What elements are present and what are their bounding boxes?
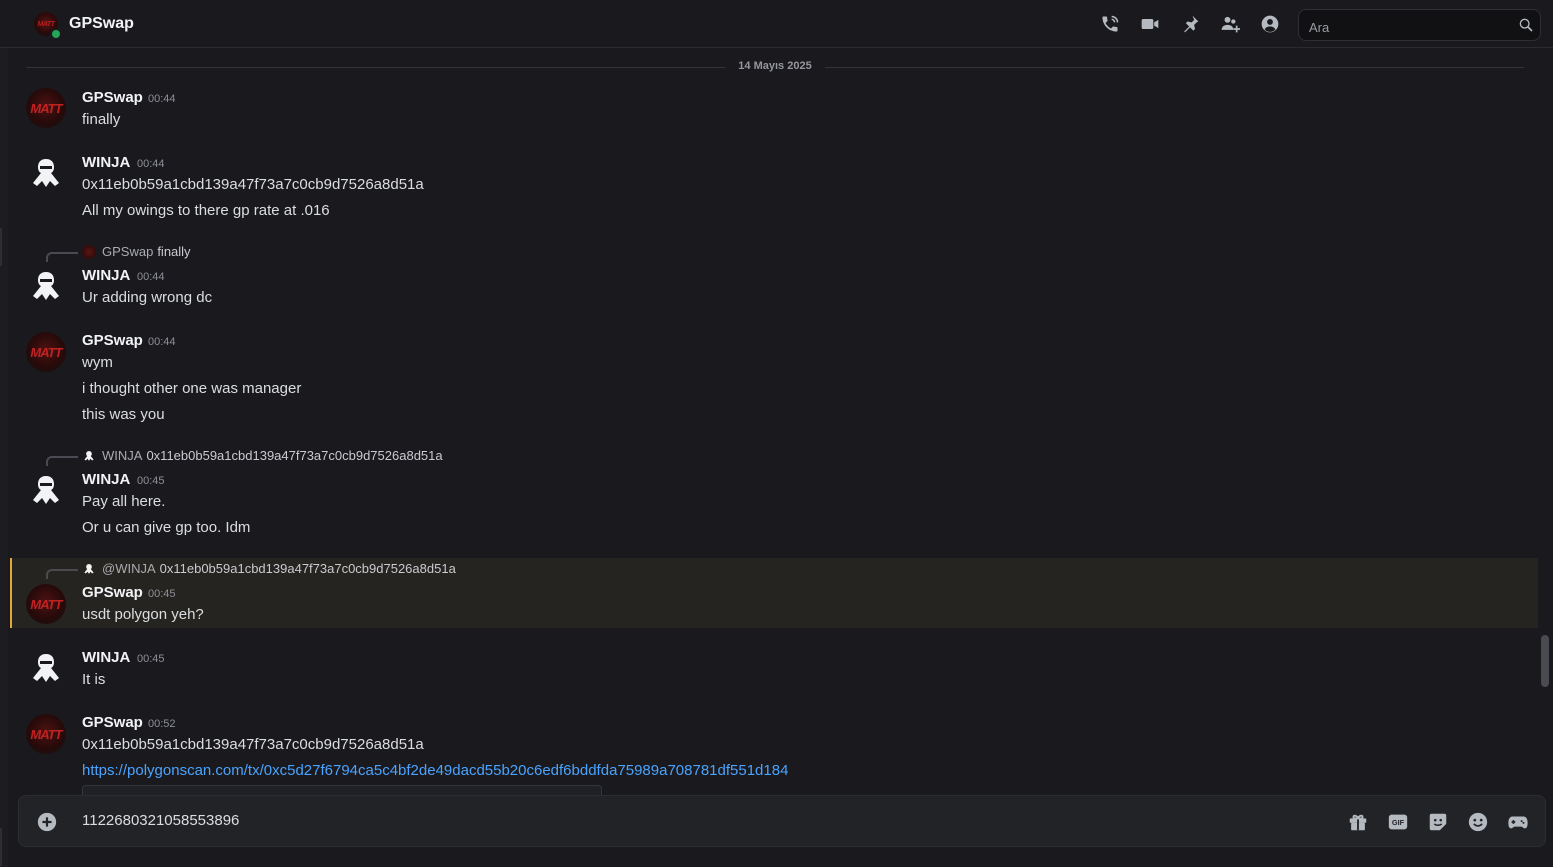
avatar[interactable]: MATT	[26, 714, 66, 754]
message-author[interactable]: GPSwap	[82, 714, 143, 731]
message-timestamp: 00:44	[148, 93, 176, 105]
avatar-text: MATT	[37, 20, 55, 28]
avatar[interactable]	[26, 153, 66, 193]
date-divider-line	[26, 67, 726, 68]
reply-connector	[46, 252, 78, 262]
message-text: wym	[82, 354, 113, 371]
scrollbar[interactable]	[1541, 635, 1549, 687]
message-input[interactable]: 1122680321058553896	[82, 812, 239, 829]
avatar[interactable]: MATT	[26, 584, 66, 624]
message-text: 0x11eb0b59a1cbd139a47f73a7c0cb9d7526a8d5…	[82, 736, 424, 753]
activities-icon[interactable]	[1507, 811, 1529, 833]
avatar-text: MATT	[30, 100, 62, 116]
avatar-text: MATT	[30, 344, 62, 360]
user-profile-icon[interactable]	[1260, 14, 1280, 34]
message-author[interactable]: GPSwap	[82, 584, 143, 601]
sticker-icon[interactable]	[1427, 811, 1449, 833]
avatar-text: MATT	[30, 726, 62, 742]
link-embed[interactable]	[82, 785, 602, 795]
reply-preview[interactable]: WINJA 0x11eb0b59a1cbd139a47f73a7c0cb9d75…	[82, 448, 443, 463]
message-text: All my owings to there gp rate at .016	[82, 202, 330, 219]
online-status-icon	[50, 28, 62, 40]
message-text: Or u can give gp too. Idm	[82, 519, 251, 536]
avatar	[82, 562, 96, 576]
ninja-avatar-icon	[33, 476, 59, 504]
gift-icon[interactable]	[1347, 811, 1369, 833]
message-text: usdt polygon yeh?	[82, 606, 204, 623]
message-author[interactable]: WINJA	[82, 267, 130, 284]
ninja-avatar-icon	[33, 159, 59, 187]
message-link-line: https://polygonscan.com/tx/0xc5d27f6794c…	[82, 762, 788, 779]
svg-text:GIF: GIF	[1392, 818, 1405, 827]
date-divider: 14 Mayıs 2025	[725, 60, 825, 72]
message-author[interactable]: WINJA	[82, 154, 130, 171]
ninja-avatar-icon	[33, 272, 59, 300]
reply-connector	[46, 569, 78, 579]
search-box[interactable]	[1298, 9, 1541, 41]
message-timestamp: 00:44	[148, 336, 176, 348]
message-timestamp: 00:44	[137, 158, 165, 170]
search-input[interactable]	[1307, 16, 1511, 38]
message-timestamp: 00:44	[137, 271, 165, 283]
message-text: i thought other one was manager	[82, 380, 302, 397]
avatar[interactable]: MATT	[26, 88, 66, 128]
avatar	[82, 449, 96, 463]
avatar	[82, 244, 96, 259]
message-timestamp: 00:45	[137, 653, 165, 665]
avatar[interactable]: MATT	[26, 332, 66, 372]
avatar-text: MATT	[30, 596, 62, 612]
message-author[interactable]: GPSwap	[82, 332, 143, 349]
message-text: 0x11eb0b59a1cbd139a47f73a7c0cb9d7526a8d5…	[82, 176, 424, 193]
reply-author: GPSwap	[102, 244, 154, 259]
message-author[interactable]: WINJA	[82, 471, 130, 488]
channel-header: MATT GPSwap	[0, 0, 1553, 48]
gif-icon[interactable]: GIF	[1387, 811, 1409, 833]
message-link[interactable]: https://polygonscan.com/tx/0xc5d27f6794c…	[82, 762, 788, 779]
ninja-avatar-icon	[33, 654, 59, 682]
message-text: It is	[82, 671, 106, 688]
message-text: Ur adding wrong dc	[82, 289, 213, 306]
search-icon[interactable]	[1518, 17, 1534, 33]
message-text: this was you	[82, 406, 165, 423]
message-timestamp: 00:52	[148, 718, 176, 730]
date-divider-line	[822, 67, 1524, 68]
message-author[interactable]: WINJA	[82, 649, 130, 666]
reply-preview[interactable]: GPSwap finally	[82, 244, 191, 259]
message-text: Pay all here.	[82, 493, 166, 510]
message-text: finally	[82, 111, 121, 128]
reply-author: @WINJA	[102, 561, 156, 576]
reply-text: finally	[157, 244, 191, 259]
pin-icon[interactable]	[1180, 14, 1200, 34]
avatar[interactable]	[26, 648, 66, 688]
add-friends-icon[interactable]	[1220, 14, 1240, 34]
emoji-icon[interactable]	[1467, 811, 1489, 833]
divider	[0, 228, 2, 266]
divider	[0, 828, 2, 866]
message-timestamp: 00:45	[148, 588, 176, 600]
message-timestamp: 00:45	[137, 475, 165, 487]
message-composer[interactable]: 1122680321058553896 GIF	[18, 795, 1546, 847]
avatar[interactable]	[26, 470, 66, 510]
avatar[interactable]	[26, 266, 66, 306]
reply-connector	[46, 456, 78, 466]
add-attachment-icon[interactable]	[36, 811, 58, 833]
message-author[interactable]: GPSwap	[82, 89, 143, 106]
page-title[interactable]: GPSwap	[69, 15, 134, 33]
video-icon[interactable]	[1140, 14, 1160, 34]
reply-author: WINJA	[102, 448, 143, 463]
left-edge	[0, 48, 8, 867]
reply-preview[interactable]: @WINJA 0x11eb0b59a1cbd139a47f73a7c0cb9d7…	[82, 561, 456, 576]
reply-text: 0x11eb0b59a1cbd139a47f73a7c0cb9d7526a8d5…	[159, 561, 456, 576]
phone-icon[interactable]	[1100, 14, 1120, 34]
reply-text: 0x11eb0b59a1cbd139a47f73a7c0cb9d7526a8d5…	[146, 448, 443, 463]
